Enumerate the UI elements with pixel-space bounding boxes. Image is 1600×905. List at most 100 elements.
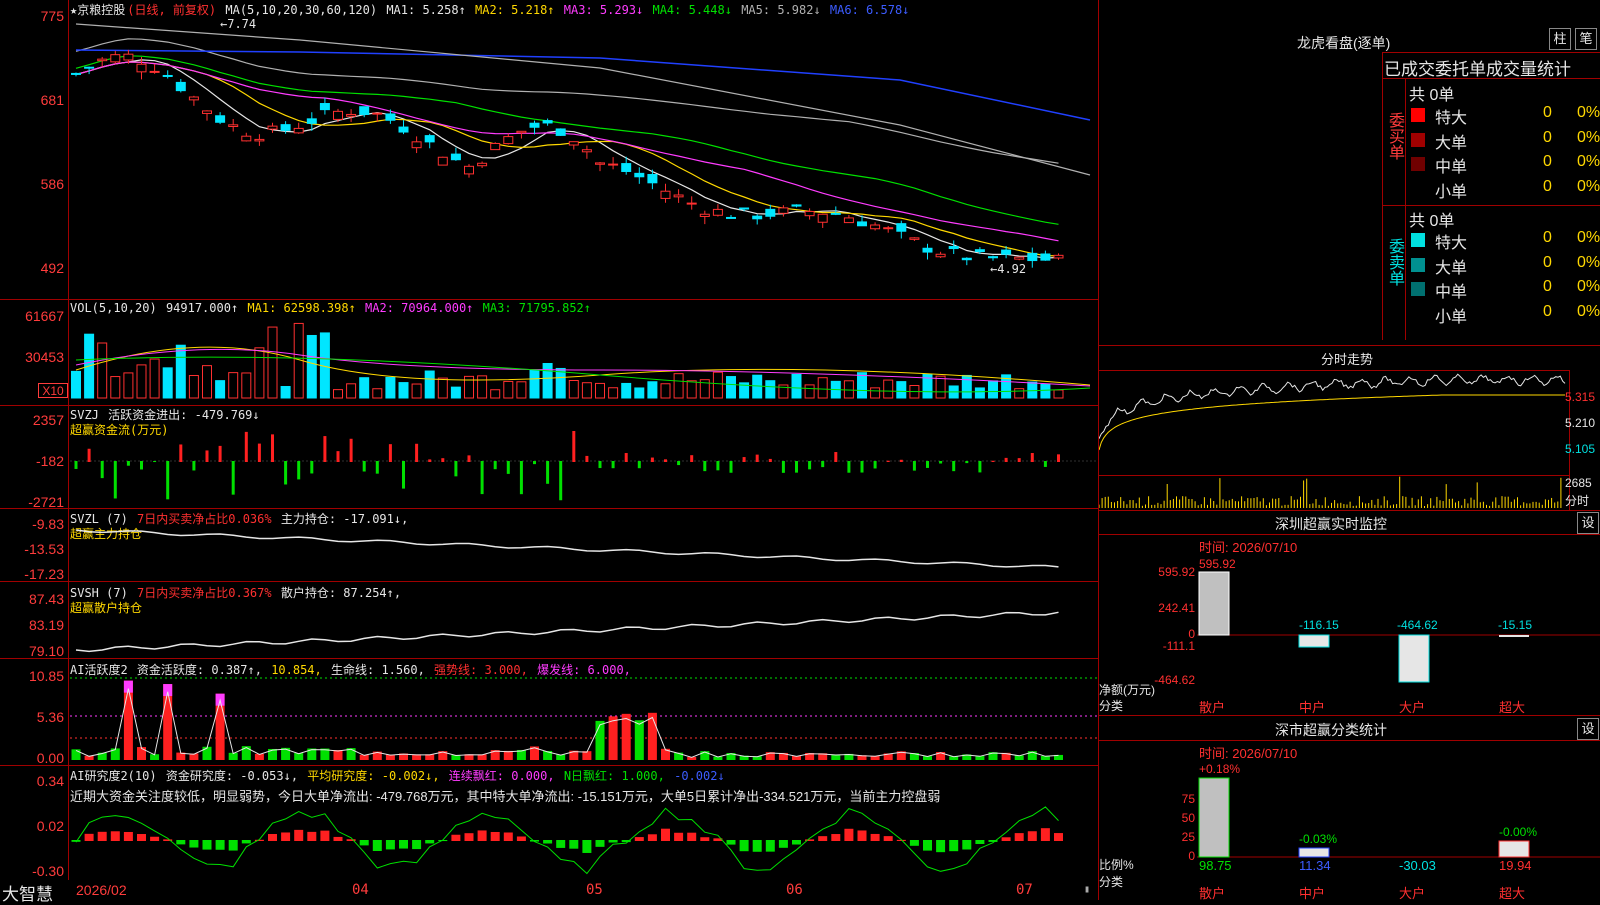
research-bar (674, 832, 684, 841)
order-type: 大单 (1435, 134, 1468, 152)
x-tick: 05 (586, 882, 603, 898)
flow-bar (1043, 461, 1047, 467)
order-type: 大单 (1435, 259, 1468, 277)
tab-orders[interactable]: 委托单 (1435, 55, 1486, 80)
volume-bar (542, 363, 553, 399)
order-row: 大单 0 0% (1409, 254, 1600, 277)
research-bar (215, 840, 225, 850)
research-bar (739, 840, 749, 852)
volume-bar (555, 367, 566, 399)
flow-bar (388, 444, 392, 462)
sz-stats-title: 深市超赢分类统计 (1275, 722, 1387, 738)
volume-bar (765, 380, 776, 399)
candle-body (503, 136, 514, 145)
candle-body (673, 194, 684, 198)
volume-bar (883, 379, 894, 399)
flow-bar (559, 461, 563, 501)
candle-body (857, 221, 867, 227)
flow-bar (650, 457, 654, 462)
intraday-vol: 2685 (1565, 476, 1592, 490)
flow-bar (598, 461, 602, 469)
flow-bar (454, 461, 458, 477)
flow-bar (218, 445, 222, 462)
volume-bar (450, 386, 461, 399)
tab-volume-stats[interactable]: 成交量统计 (1486, 55, 1571, 80)
research-bar (202, 840, 212, 850)
research-bar (477, 830, 487, 841)
stat-value: 98.75 (1199, 858, 1232, 873)
sz-monitor-settings-button[interactable]: 设 (1577, 512, 1599, 534)
volume-bar (490, 389, 501, 399)
flow-bar (336, 451, 340, 462)
lock-icon[interactable]: ▮ (1084, 884, 1090, 895)
intraday-price (1099, 373, 1566, 439)
order-type: 特大 (1435, 235, 1468, 252)
volume-bar (477, 375, 488, 399)
ma5-line (75, 23, 1091, 176)
candle-body (477, 162, 488, 167)
flow-bar (834, 452, 838, 462)
category-retail: 散户 (1199, 700, 1226, 715)
flow-bar (624, 453, 628, 462)
intraday-price-high: 5.315 (1565, 390, 1596, 404)
candle-body (175, 81, 186, 92)
research-bar (320, 830, 330, 841)
flow-bar (1004, 457, 1008, 462)
candle-body (804, 210, 815, 217)
color-swatch (1411, 157, 1425, 171)
order-type: 中单 (1435, 284, 1468, 301)
flow-bar (1030, 453, 1034, 462)
volume-bar (228, 372, 239, 399)
y-tick: -111.1 (1162, 639, 1195, 653)
y-tick: 75 (1181, 792, 1195, 806)
research-bar (792, 840, 801, 845)
candle-body (359, 106, 370, 115)
flow-bar (428, 459, 432, 462)
candle-body (581, 149, 592, 153)
candle-body (726, 216, 736, 219)
research-bar (752, 840, 762, 852)
research-bar (634, 837, 644, 841)
sz-monitor-time: 时间: 2026/07/10 (1199, 540, 1298, 555)
flow-bar (965, 461, 969, 464)
flow-bar (847, 461, 851, 473)
research-bar (123, 831, 133, 841)
flow-bar (166, 461, 170, 500)
sz-stats-settings-button[interactable]: 设 (1577, 718, 1599, 740)
research-bar (503, 832, 513, 841)
flow-bar (886, 460, 890, 462)
candle-body (699, 213, 710, 217)
research-bar (923, 840, 932, 851)
chart-canvas[interactable] (0, 0, 1098, 880)
flow-bar (585, 455, 589, 462)
flow-bar (690, 455, 694, 462)
bar-mode-button[interactable]: 柱 (1549, 28, 1571, 50)
candle-body (752, 215, 763, 220)
candle-body (490, 142, 501, 151)
candle-body (791, 204, 802, 207)
research-bar (647, 834, 657, 841)
bar-value: -116.15 (1299, 618, 1339, 632)
research-bar (307, 831, 317, 841)
order-count: 0 (1543, 104, 1552, 121)
retail-holding-line (75, 611, 1059, 653)
bar-value: -0.00% (1499, 825, 1538, 839)
volume-bar (516, 381, 527, 399)
tab-filled[interactable]: 已成交 (1384, 55, 1435, 80)
research-bar (359, 840, 369, 846)
candle-body (542, 120, 553, 124)
flow-bar (284, 461, 288, 485)
volume-bar (215, 380, 226, 399)
color-swatch (1411, 108, 1425, 122)
research-bar (451, 834, 461, 841)
volume-bar (712, 371, 723, 399)
intraday-vol-label: 分时 (1565, 494, 1590, 508)
flow-bar (362, 461, 366, 472)
volume-bar (437, 377, 448, 399)
right-panel: 龙虎看盘(逐单) 柱 笔 已成交 委托单 成交量统计 委买单 委卖单 共 0单 … (1099, 0, 1600, 901)
tick-mode-button[interactable]: 笔 (1575, 28, 1597, 50)
volume-bar (595, 382, 605, 399)
research-bar (425, 840, 435, 844)
research-bar (857, 830, 867, 841)
flow-bar (939, 461, 943, 464)
